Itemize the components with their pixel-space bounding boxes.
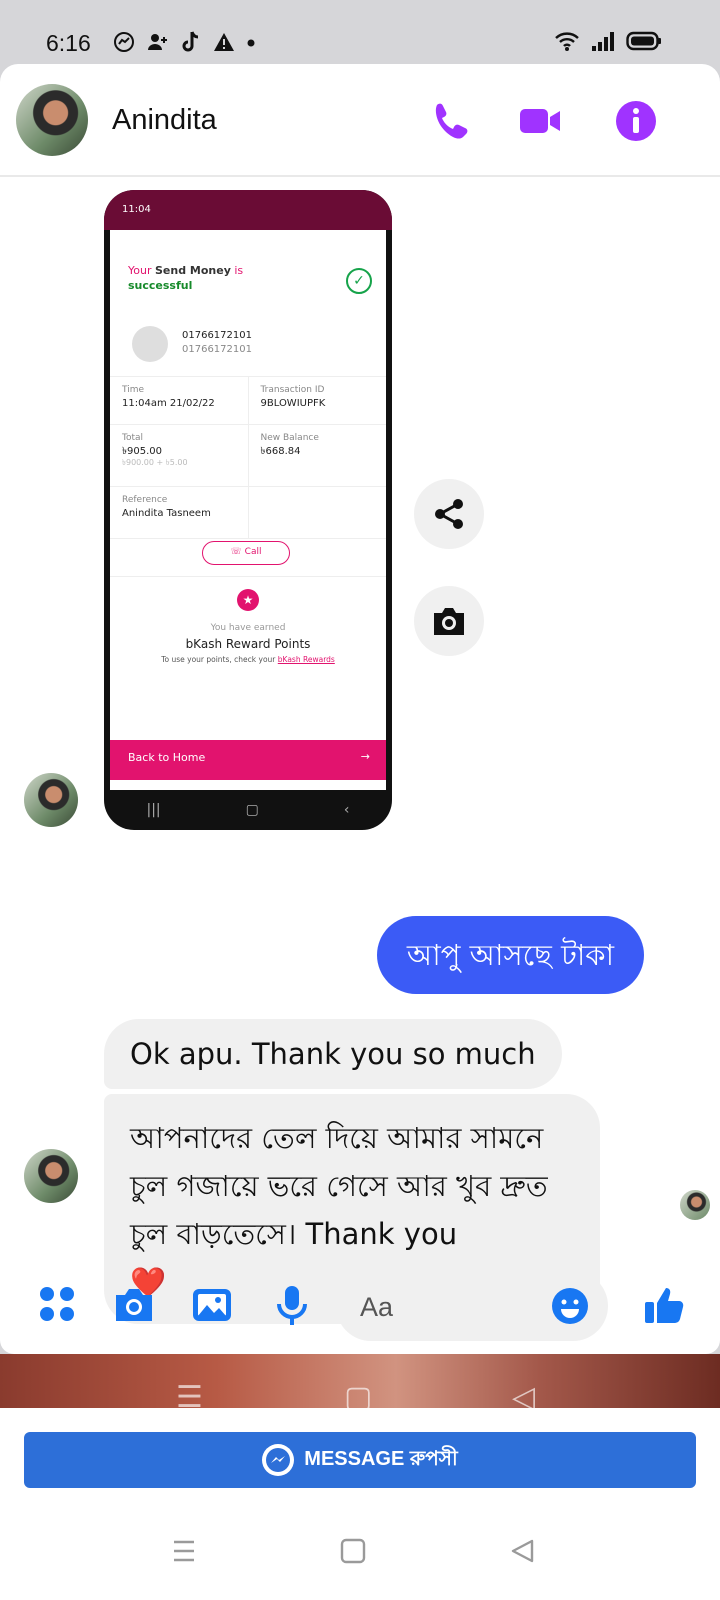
battery-icon bbox=[626, 31, 661, 51]
emoji-icon[interactable] bbox=[550, 1286, 590, 1326]
shot-reference-cell: Reference Anindita Tasneem bbox=[110, 487, 249, 538]
message-composer bbox=[0, 1261, 720, 1351]
microphone-icon[interactable] bbox=[270, 1283, 314, 1327]
shot-arrow-icon: → bbox=[360, 750, 370, 763]
sender-avatar[interactable] bbox=[24, 1149, 78, 1203]
shot-reference-label: Reference bbox=[122, 495, 168, 505]
shot-star-icon: ★ bbox=[237, 589, 259, 611]
bottom-panel: MESSAGE রুপসী bbox=[0, 1408, 720, 1600]
shot-back-icon: ‹ bbox=[343, 802, 350, 818]
more-actions-icon[interactable] bbox=[36, 1283, 80, 1327]
voice-call-icon[interactable] bbox=[428, 99, 472, 143]
shot-success-prefix: Your bbox=[128, 264, 152, 277]
tiktok-notification-icon bbox=[182, 31, 199, 52]
shot-home-icon: ▢ bbox=[245, 802, 259, 818]
share-button[interactable] bbox=[414, 479, 484, 549]
camera-icon bbox=[434, 608, 464, 635]
incoming-message-text: আপনাদের তেল দিয়ে আমার সামনে চুল গজায়ে … bbox=[130, 1121, 548, 1251]
shot-recipient-number: 01766172101 bbox=[182, 330, 252, 341]
shot-total-value: ৳905.00 bbox=[122, 445, 162, 457]
shot-nav-bar: ||| ▢ ‹ bbox=[104, 790, 392, 830]
camera-icon[interactable] bbox=[112, 1283, 156, 1327]
shot-balance-cell: New Balance ৳668.84 bbox=[249, 425, 387, 486]
shot-reward-section: ★ You have earned bKash Reward Points To… bbox=[110, 576, 386, 664]
seen-receipt-avatar bbox=[680, 1190, 710, 1220]
share-icon bbox=[435, 499, 463, 529]
shot-total-cell: Total ৳905.00 ৳900.00 + ৳5.00 bbox=[110, 425, 249, 486]
wifi-icon bbox=[555, 32, 579, 51]
shot-recents-icon: ||| bbox=[146, 802, 161, 818]
shot-txn-cell: Transaction ID 9BLOWIUPFK bbox=[249, 377, 387, 424]
messenger-notification-icon bbox=[114, 32, 134, 52]
shot-balance-value: ৳668.84 bbox=[260, 445, 301, 457]
shot-success-bold: Send Money bbox=[154, 264, 231, 277]
shot-recipient-avatar bbox=[132, 326, 168, 362]
sender-avatar[interactable] bbox=[24, 773, 78, 827]
shot-details-row: Total ৳905.00 ৳900.00 + ৳5.00 New Balance ৳… bbox=[110, 425, 386, 487]
like-icon[interactable] bbox=[642, 1283, 686, 1327]
shot-earned-label: You have earned bbox=[210, 623, 286, 633]
messenger-logo-icon bbox=[262, 1444, 295, 1476]
notification-icons bbox=[112, 30, 256, 54]
message-input-box[interactable] bbox=[336, 1271, 608, 1341]
camera-shortcut-button[interactable] bbox=[414, 586, 484, 656]
shot-time-cell: Time 11:04am 21/02/22 bbox=[110, 377, 249, 424]
contact-name[interactable]: Anindita bbox=[112, 104, 217, 137]
shot-balance-label: New Balance bbox=[260, 433, 319, 443]
video-call-icon[interactable] bbox=[518, 99, 562, 143]
message-page-button[interactable]: MESSAGE রুপসী bbox=[24, 1432, 696, 1488]
shot-reward-hint-text: To use your points, check your bbox=[161, 655, 276, 664]
shot-time-label: Time bbox=[122, 385, 145, 395]
shot-time-value: 11:04am 21/02/22 bbox=[122, 397, 215, 409]
contact-avatar[interactable] bbox=[16, 84, 88, 156]
more-notifications-dot-icon bbox=[247, 39, 255, 47]
shot-empty-cell bbox=[249, 487, 387, 538]
shot-details-row: Time 11:04am 21/02/22 Transaction ID 9BLOW… bbox=[110, 377, 386, 425]
shot-total-label: Total bbox=[122, 433, 144, 443]
alert-notification-icon bbox=[214, 33, 234, 51]
recents-nav-icon[interactable] bbox=[172, 1538, 196, 1564]
shot-status-bar: 11:04 bbox=[104, 190, 392, 230]
shot-status-time: 11:04 bbox=[122, 204, 151, 215]
signal-icon bbox=[592, 32, 614, 51]
chat-window: Anindita 11:04 Your Send Money is succes… bbox=[0, 64, 720, 1354]
back-nav-icon[interactable] bbox=[510, 1538, 536, 1564]
shared-image-message[interactable]: 11:04 Your Send Money is successful ✓ 01… bbox=[104, 190, 392, 830]
shot-total-breakdown: ৳900.00 + ৳5.00 bbox=[122, 457, 188, 467]
shot-reward-link: bKash Rewards bbox=[277, 655, 335, 664]
status-time: 6:16 bbox=[46, 30, 91, 56]
shot-success-word: successful bbox=[128, 278, 193, 292]
person-add-notification-icon bbox=[148, 34, 167, 50]
shot-reward-title: bKash Reward Points bbox=[185, 637, 311, 651]
shot-success-suffix: is bbox=[234, 264, 244, 277]
shot-success-text: Your Send Money is successful bbox=[128, 264, 243, 294]
message-page-label: MESSAGE রুপসী bbox=[304, 1447, 458, 1470]
system-status-icons bbox=[554, 30, 662, 52]
shot-details-row: Reference Anindita Tasneem bbox=[110, 487, 386, 539]
gallery-icon[interactable] bbox=[190, 1283, 234, 1327]
status-bar: 6:16 bbox=[0, 0, 720, 64]
info-icon[interactable] bbox=[614, 99, 658, 143]
shot-txn-value: 9BLOWIUPFK bbox=[260, 397, 326, 409]
shot-reference-value: Anindita Tasneem bbox=[122, 507, 211, 519]
shot-call-button: ☏ Call bbox=[202, 541, 290, 565]
shot-recipient-number-sub: 01766172101 bbox=[182, 344, 252, 355]
chat-header: Anindita bbox=[0, 64, 720, 177]
shot-back-label: Back to Home bbox=[128, 751, 206, 764]
shot-reward-hint: To use your points, check your bKash Rew… bbox=[110, 655, 386, 664]
incoming-message[interactable]: Ok apu. Thank you so much bbox=[104, 1019, 562, 1089]
home-nav-icon[interactable] bbox=[340, 1538, 366, 1564]
shot-txn-label: Transaction ID bbox=[260, 385, 325, 395]
shot-back-home-bar: Back to Home → bbox=[110, 740, 386, 780]
outgoing-message[interactable]: আপু আসছে টাকা bbox=[376, 916, 644, 994]
shot-screen: Your Send Money is successful ✓ 01766172… bbox=[110, 230, 386, 790]
message-input[interactable] bbox=[360, 1289, 540, 1325]
shot-details-grid: Time 11:04am 21/02/22 Transaction ID 9BLOW… bbox=[110, 376, 386, 539]
shot-call-label: Call bbox=[244, 547, 262, 557]
shot-check-icon: ✓ bbox=[346, 268, 372, 294]
